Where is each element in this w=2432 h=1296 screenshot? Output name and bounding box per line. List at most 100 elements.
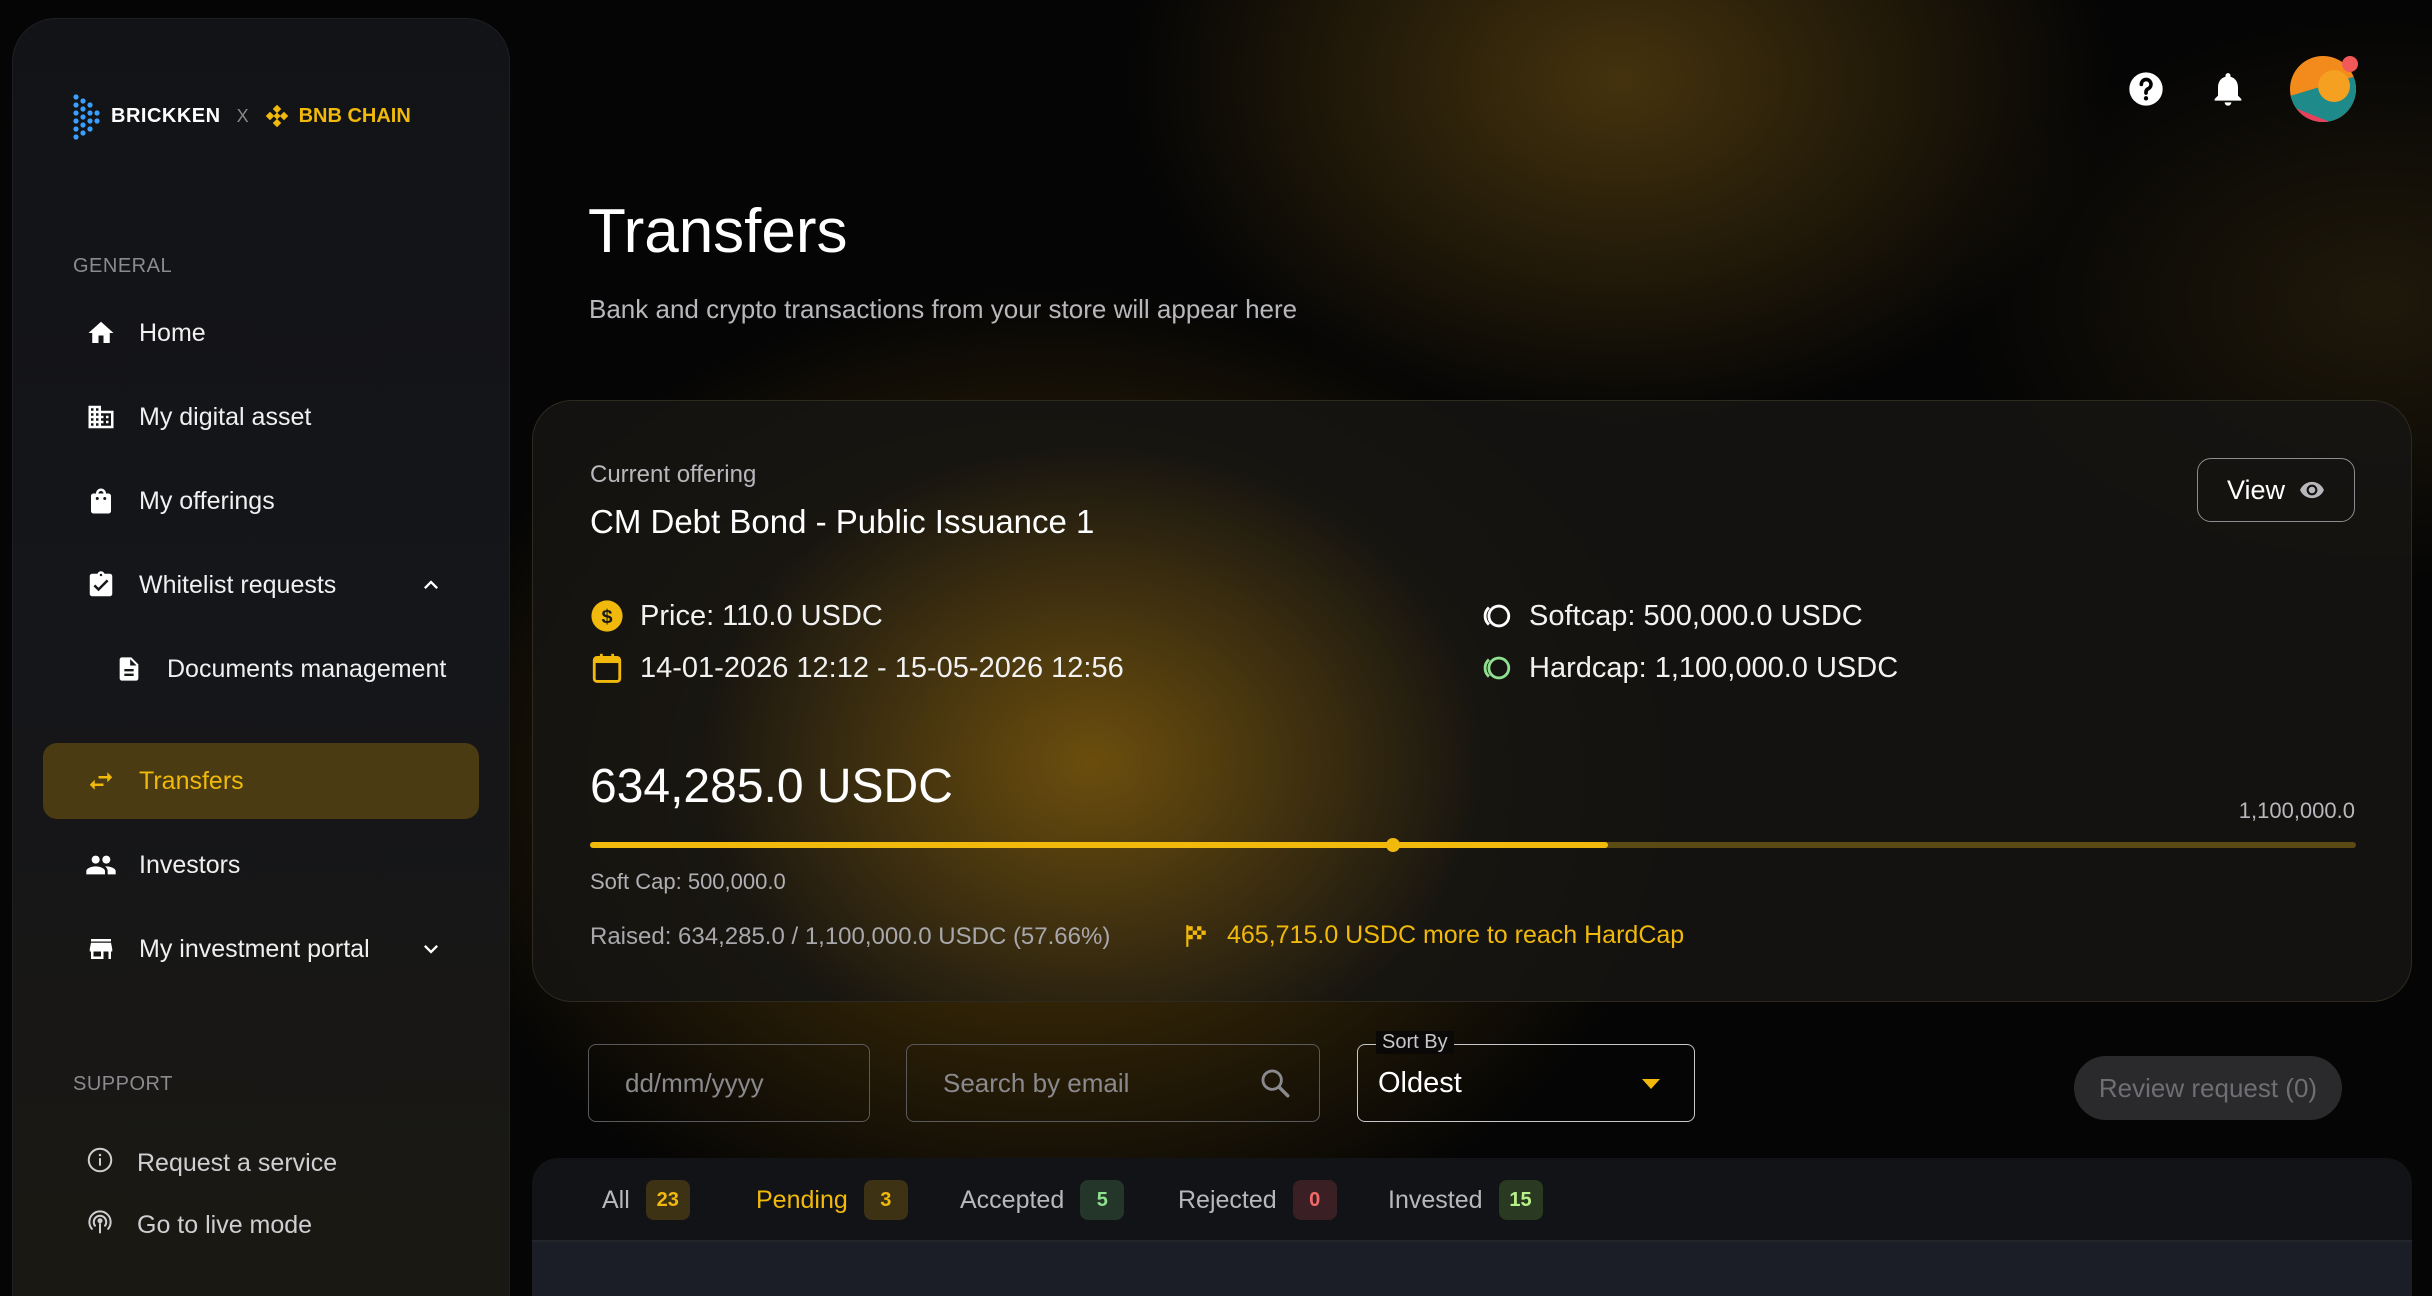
notification-dot: [2342, 56, 2358, 72]
sidebar-item-transfers[interactable]: Transfers: [43, 743, 479, 819]
tab-rejected[interactable]: Rejected 0: [1178, 1180, 1337, 1220]
tab-count-badge: 3: [863, 1180, 908, 1220]
hardcap-max-label: 1,100,000.0: [2238, 798, 2355, 823]
logo[interactable]: BRICKKEN X BNB CHAIN: [71, 91, 411, 141]
raised-caption: Raised: 634,285.0 / 1,100,000.0 USDC (57…: [590, 923, 1111, 950]
softcap-icon: [1483, 604, 1511, 628]
avatar[interactable]: [2290, 56, 2358, 122]
sidebar-item-my-investment-portal[interactable]: My investment portal: [43, 911, 479, 987]
caret-down-icon: [1642, 1079, 1660, 1089]
softcap-row: Softcap: 500,000.0 USDC: [1479, 599, 1863, 633]
dollar-coin-icon: $: [591, 600, 623, 632]
sidebar-item-label: Whitelist requests: [139, 570, 337, 599]
sort-by-select[interactable]: Sort By Oldest: [1357, 1031, 1695, 1122]
bell-icon[interactable]: [2208, 69, 2248, 109]
sidebar-item-documents-management[interactable]: Documents management: [43, 631, 479, 707]
hardcap-remaining: 465,715.0 USDC more to reach HardCap: [1183, 921, 1684, 950]
sidebar-item-label: Documents management: [167, 654, 447, 683]
sort-by-label: Sort By: [1376, 1031, 1454, 1054]
brickken-logo-icon: [73, 94, 100, 140]
softcap-text: Softcap: 500,000.0 USDC: [1529, 599, 1863, 632]
calendar-icon: [592, 653, 622, 683]
sidebar-item-label: My offerings: [139, 486, 275, 515]
sidebar-item-my-offerings[interactable]: My offerings: [43, 463, 479, 539]
tab-count-badge: 23: [645, 1180, 690, 1220]
hardcap-row: Hardcap: 1,100,000.0 USDC: [1479, 651, 1898, 685]
raise-progress-fill: [590, 842, 1609, 848]
sidebar-item-label: My investment portal: [139, 934, 370, 963]
home-icon: [85, 317, 117, 349]
softcap-caption: Soft Cap: 500,000.0: [590, 869, 786, 894]
sidebar-item-my-digital-asset[interactable]: My digital asset: [43, 379, 479, 455]
document-icon: [113, 653, 145, 685]
page-title: Transfers: [588, 197, 848, 266]
sidebar-item-label: Investors: [139, 850, 241, 879]
support-item-label: Go to live mode: [137, 1210, 313, 1239]
review-request-button[interactable]: Review request (0): [2074, 1056, 2342, 1120]
sidebar: BRICKKEN X BNB CHAIN GENERAL Home My dig…: [12, 18, 510, 1296]
sort-by-value: Oldest: [1378, 1067, 1462, 1099]
price-text: Price: 110.0 USDC: [640, 599, 883, 632]
sidebar-item-investors[interactable]: Investors: [43, 827, 479, 903]
tab-label: Pending: [756, 1185, 848, 1214]
softcap-marker: [1385, 838, 1400, 852]
offering-name: CM Debt Bond - Public Issuance 1: [590, 503, 1095, 540]
clipboard-check-icon: [85, 569, 117, 601]
raised-amount: 634,285.0 USDC: [590, 760, 953, 813]
raise-progress-bar: [590, 838, 2356, 852]
dates-row: 14-01-2026 12:12 - 15-05-2026 12:56: [590, 651, 1124, 685]
sidebar-item-label: Transfers: [139, 766, 244, 795]
chevron-up-icon[interactable]: [417, 571, 445, 599]
checkered-flag-icon: [1186, 924, 1206, 947]
tab-count-badge: 0: [1292, 1180, 1337, 1220]
tab-invested[interactable]: Invested 15: [1388, 1180, 1543, 1220]
sidebar-item-label: Home: [139, 318, 206, 347]
tab-label: Accepted: [960, 1185, 1065, 1214]
view-button-label: View: [2226, 474, 2286, 505]
sidebar-item-label: My digital asset: [139, 402, 312, 431]
date-filter-input[interactable]: [588, 1044, 870, 1122]
sidebar-item-whitelist-requests[interactable]: Whitelist requests: [43, 547, 479, 623]
tab-pending[interactable]: Pending 3: [756, 1180, 908, 1220]
table-header-area: [532, 1242, 2412, 1296]
status-tabs: All 23 Pending 3 Accepted 5 Rejected 0 I…: [532, 1158, 2412, 1296]
svg-text:$: $: [601, 606, 612, 628]
support-item-label: Request a service: [137, 1148, 338, 1177]
top-toolbar: [2126, 56, 2358, 122]
offering-label: Current offering: [590, 461, 757, 488]
tab-label: Rejected: [1178, 1185, 1277, 1214]
tab-accepted[interactable]: Accepted 5: [960, 1180, 1125, 1220]
hardcap-remaining-text: 465,715.0 USDC more to reach HardCap: [1227, 921, 1685, 949]
view-button[interactable]: View: [2197, 458, 2355, 522]
logo-separator: X: [236, 105, 249, 126]
people-icon: [85, 849, 117, 881]
support-item-request-service[interactable]: Request a service: [43, 1135, 479, 1191]
eye-icon: [2300, 481, 2324, 499]
sidebar-item-home[interactable]: Home: [43, 295, 479, 371]
search-icon[interactable]: [1258, 1066, 1292, 1100]
help-icon[interactable]: [2126, 69, 2166, 109]
store-icon: [85, 933, 117, 965]
hardcap-text: Hardcap: 1,100,000.0 USDC: [1529, 651, 1899, 684]
price-row: $ Price: 110.0 USDC: [590, 599, 883, 633]
brand-name: BRICKKEN: [111, 104, 221, 127]
building-icon: [85, 401, 117, 433]
app-root: BRICKKEN X BNB CHAIN GENERAL Home My dig…: [0, 0, 2432, 1296]
dates-text: 14-01-2026 12:12 - 15-05-2026 12:56: [640, 651, 1124, 684]
section-title-support: SUPPORT: [73, 1073, 173, 1095]
partner-name: BNB CHAIN: [298, 104, 411, 127]
tab-count-badge: 5: [1080, 1180, 1125, 1220]
bnb-logo-icon: [265, 104, 288, 128]
current-offering-card: Current offering CM Debt Bond - Public I…: [532, 400, 2412, 1002]
info-circle-icon: [85, 1145, 115, 1182]
tab-label: All: [602, 1185, 630, 1214]
swap-arrows-icon: [85, 765, 117, 797]
support-item-go-live[interactable]: Go to live mode: [43, 1197, 479, 1253]
tab-count-badge: 15: [1498, 1180, 1543, 1220]
chevron-down-icon[interactable]: [417, 935, 445, 963]
tab-all[interactable]: All 23: [602, 1180, 690, 1220]
tab-label: Invested: [1388, 1185, 1483, 1214]
hardcap-icon: [1483, 656, 1511, 680]
page-subtitle: Bank and crypto transactions from your s…: [589, 294, 1298, 324]
shopping-bag-icon: [85, 485, 117, 517]
